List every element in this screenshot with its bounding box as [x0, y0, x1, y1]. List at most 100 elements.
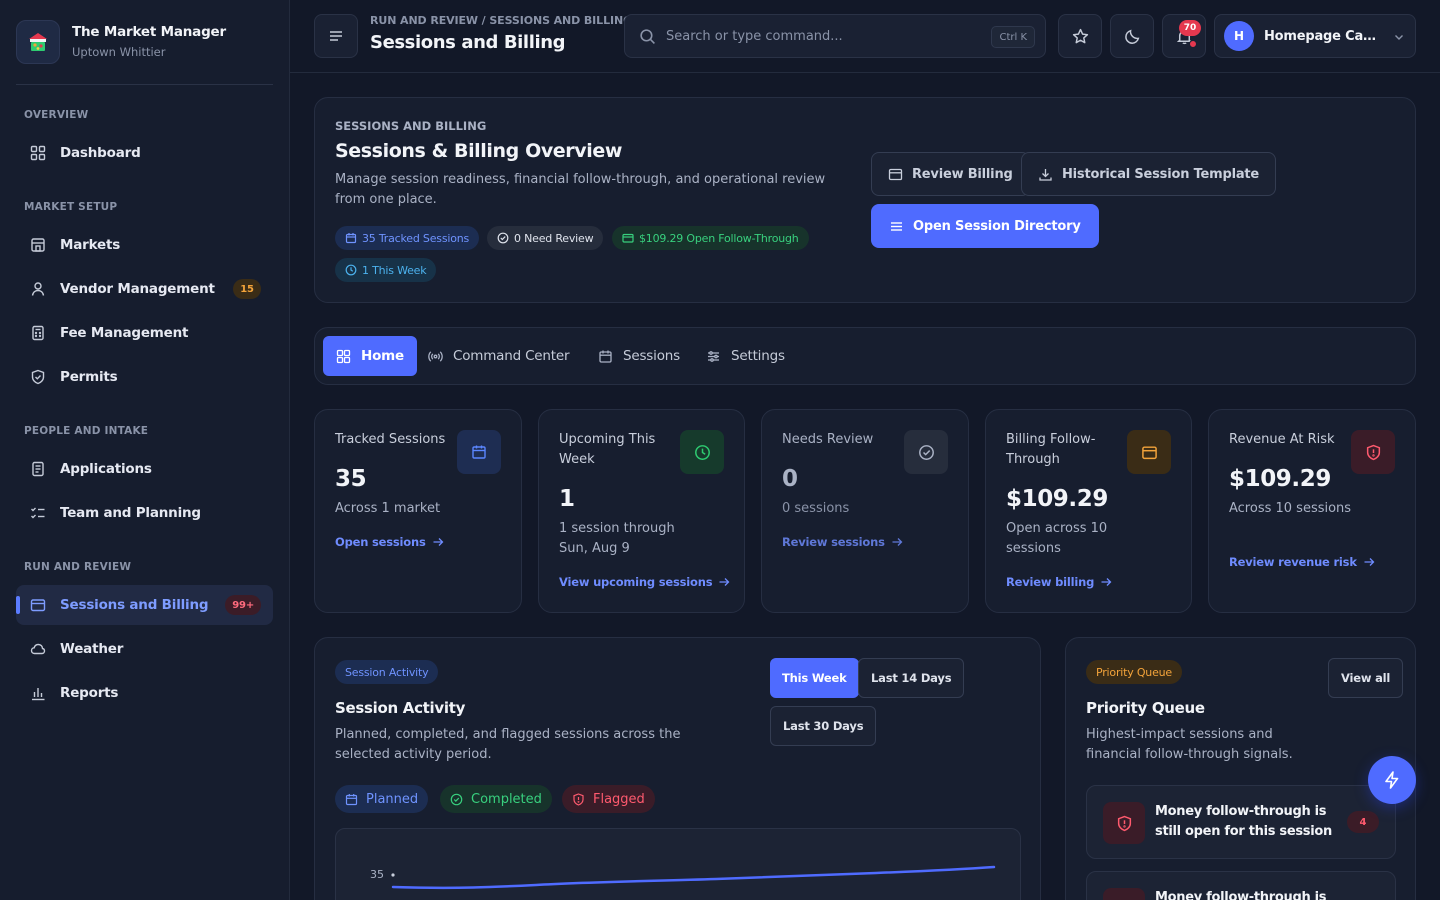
tab-sessions[interactable]: Sessions	[585, 336, 693, 376]
checklist-icon	[31, 507, 45, 519]
wallet-icon	[30, 599, 46, 612]
priority-queue-description: Highest-impact sessions and financial fo…	[1086, 727, 1293, 762]
legend-flagged[interactable]: Flagged	[562, 785, 655, 813]
session-activity-title: Session Activity	[335, 699, 466, 717]
clock-icon	[345, 264, 357, 276]
wallet-icon	[1127, 430, 1171, 474]
check-circle-icon	[497, 232, 509, 244]
sidebar-item-weather[interactable]: Weather	[16, 629, 273, 669]
sidebar-item-applications[interactable]: Applications	[16, 449, 273, 489]
bar-chart-icon	[32, 688, 45, 701]
stat-title: Billing Follow-Through	[1006, 432, 1096, 467]
stat-value: $109.29	[1006, 486, 1108, 512]
priority-queue-kicker: Priority Queue	[1086, 660, 1182, 684]
stat-subtitle: Across 1 market	[335, 501, 441, 516]
review-billing-link[interactable]: Review billing	[1006, 575, 1112, 589]
shield-icon	[31, 369, 45, 385]
sidebar-item-vendor-management[interactable]: Vendor Management 15	[16, 269, 273, 309]
range-this-week-button[interactable]: This Week	[770, 658, 859, 698]
sidebar-item-markets[interactable]: Markets	[16, 225, 273, 265]
broadcast-icon	[428, 350, 443, 362]
quick-action-button[interactable]	[1368, 756, 1416, 804]
avatar: H	[1224, 21, 1254, 51]
nav-section-overview: Overview	[24, 109, 89, 121]
shortcut-hint: Ctrl K	[991, 26, 1035, 48]
review-revenue-risk-link[interactable]: Review revenue risk	[1229, 555, 1375, 569]
notification-dot	[1189, 40, 1197, 48]
tab-label: Command Center	[453, 348, 570, 364]
menu-toggle-button[interactable]	[314, 14, 358, 58]
notification-count-badge: 70	[1179, 20, 1201, 36]
stat-subtitle: 0 sessions	[782, 501, 850, 516]
search-input[interactable]	[666, 28, 966, 44]
session-activity-chart: 35	[335, 828, 1021, 900]
planned-series-line	[391, 865, 996, 890]
sidebar-item-team-and-planning[interactable]: Team and Planning	[16, 493, 273, 533]
nav-section-run-and-review: Run and Review	[24, 561, 132, 573]
sidebar-item-dashboard[interactable]: Dashboard	[16, 133, 273, 173]
chevron-down-icon	[1395, 35, 1403, 40]
stat-title: Upcoming This Week	[559, 432, 656, 467]
priority-queue-item[interactable]: Money follow-through is still open for t…	[1086, 785, 1396, 859]
grid-icon	[30, 145, 46, 161]
moon-icon	[1124, 29, 1139, 44]
clock-icon	[680, 430, 724, 474]
tab-settings[interactable]: Settings	[693, 336, 798, 376]
hamburger-icon	[330, 31, 342, 41]
brand-name: The Market Manager	[72, 24, 226, 40]
store-icon	[31, 238, 45, 252]
legend-completed[interactable]: Completed	[440, 785, 552, 813]
historical-template-button[interactable]: Historical Session Template	[1021, 152, 1277, 196]
overview-description: Manage session readiness, financial foll…	[335, 172, 826, 207]
arrow-right-icon	[1364, 558, 1375, 566]
sidebar-item-reports[interactable]: Reports	[16, 673, 273, 713]
sidebar-item-fee-management[interactable]: Fee Management	[16, 313, 273, 353]
priority-queue-item[interactable]: Money follow-through is still open for t…	[1086, 871, 1396, 900]
sidebar-item-permits[interactable]: Permits	[16, 357, 273, 397]
button-label: Review Billing	[912, 166, 1013, 182]
tab-label: Home	[361, 348, 404, 364]
stat-value: 35	[335, 466, 367, 492]
sidebar-item-sessions-and-billing[interactable]: Sessions and Billing 99+	[16, 585, 273, 625]
theme-toggle-button[interactable]	[1110, 14, 1154, 58]
tab-home[interactable]: Home	[323, 336, 417, 376]
review-billing-button[interactable]: Review Billing	[871, 152, 1030, 196]
brand[interactable]: The Market Manager Uptown Whittier	[16, 20, 273, 85]
range-last-14-days-button[interactable]: Last 14 Days	[858, 658, 965, 698]
sidebar-item-label: Vendor Management	[60, 281, 215, 297]
stat-title: Needs Review	[782, 432, 874, 447]
overview-title: Sessions & Billing Overview	[335, 140, 622, 162]
stat-value: 1	[559, 486, 575, 512]
favorite-button[interactable]	[1058, 14, 1102, 58]
list-icon	[891, 221, 902, 231]
user-menu[interactable]: H Homepage Capt...	[1214, 14, 1416, 58]
open-session-directory-button[interactable]: Open Session Directory	[871, 204, 1099, 248]
notifications-button[interactable]: 70	[1162, 14, 1206, 58]
user-name: Homepage Capt...	[1264, 28, 1384, 44]
sidebar-item-label: Team and Planning	[60, 505, 201, 521]
grid-icon	[336, 349, 351, 363]
sidebar-item-label: Fee Management	[60, 325, 189, 341]
legend-planned[interactable]: Planned	[335, 785, 429, 813]
y-tick-marker	[391, 873, 395, 877]
session-activity-panel: Session Activity Session Activity Planne…	[314, 637, 1041, 900]
calendar-icon	[345, 793, 358, 805]
sidebar-item-label: Permits	[60, 369, 118, 385]
legend-label: Completed	[471, 791, 542, 807]
shield-alert-icon	[1103, 888, 1145, 900]
legend-label: Flagged	[593, 791, 645, 807]
tab-command-center[interactable]: Command Center	[415, 336, 582, 376]
overview-kicker: SESSIONS AND BILLING	[335, 119, 487, 133]
view-all-button[interactable]: View all	[1328, 658, 1404, 698]
open-sessions-link[interactable]: Open sessions	[335, 535, 444, 549]
stat-subtitle: Across 10 sessions	[1229, 501, 1352, 516]
range-last-30-days-button[interactable]: Last 30 Days	[770, 706, 877, 746]
market-stall-logo-icon	[16, 20, 60, 64]
view-upcoming-sessions-link[interactable]: View upcoming sessions	[559, 575, 730, 589]
chart-svg: 35	[370, 865, 996, 890]
button-label: Open Session Directory	[913, 218, 1081, 234]
calendar-icon	[457, 430, 501, 474]
review-sessions-link[interactable]: Review sessions	[782, 535, 903, 549]
sidebar-item-label: Dashboard	[60, 145, 141, 161]
search-bar[interactable]: Ctrl K	[624, 14, 1046, 58]
